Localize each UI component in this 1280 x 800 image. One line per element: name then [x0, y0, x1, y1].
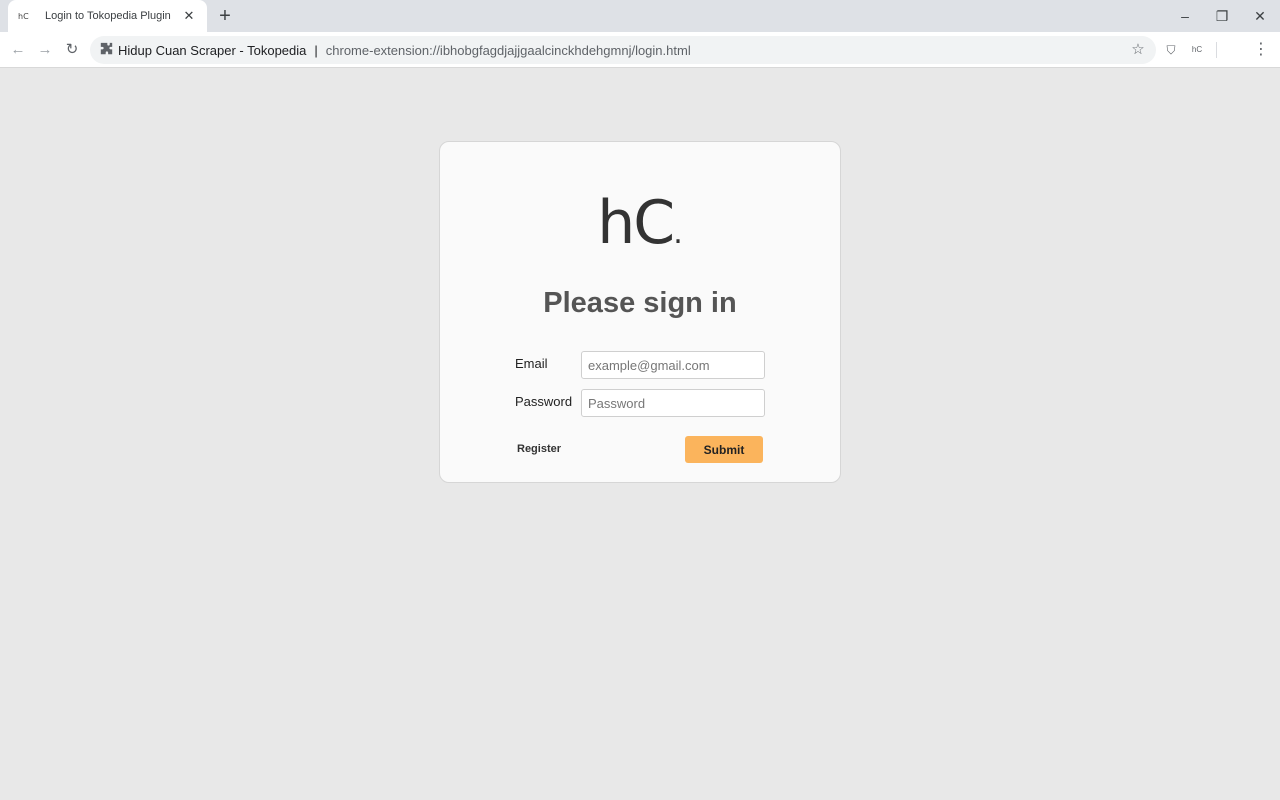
logo-dot: . [673, 216, 683, 251]
tab-favicon: hC [18, 11, 29, 21]
url-text: chrome-extension://ibhobgfagdjajjgaalcin… [325, 42, 691, 58]
restore-button[interactable]: ❐ [1210, 4, 1234, 28]
address-bar[interactable]: Hidup Cuan Scraper - Tokopedia | chrome-… [90, 36, 1156, 64]
login-card: hC. Please sign in Email Password Regist… [439, 141, 841, 483]
password-label: Password [515, 394, 573, 409]
browser-toolbar: ← → ↻ Hidup Cuan Scraper - Tokopedia | c… [0, 32, 1280, 68]
logo-text: hC [597, 188, 675, 258]
tab-close-icon[interactable]: ✕ [181, 8, 197, 24]
shield-icon[interactable]: ⛉ [1161, 40, 1181, 60]
logo: hC. [440, 188, 840, 269]
tab-login[interactable]: hC Login to Tokopedia Plugin ✕ [8, 0, 207, 32]
toolbar-divider [1216, 42, 1217, 58]
puzzle-icon [100, 42, 116, 58]
forward-button[interactable]: → [34, 39, 56, 61]
back-button[interactable]: ← [7, 39, 29, 61]
url-separator: | [314, 42, 318, 58]
password-field[interactable] [581, 389, 765, 417]
email-field[interactable] [581, 351, 765, 379]
reload-button[interactable]: ↻ [61, 39, 83, 61]
page-title: Please sign in [543, 287, 737, 319]
bookmark-star-icon[interactable]: ☆ [1128, 40, 1148, 60]
tab-strip: hC Login to Tokopedia Plugin ✕ + – ❐ ✕ [0, 0, 1280, 32]
minimize-button[interactable]: – [1173, 4, 1197, 28]
menu-icon[interactable]: ⋮ [1251, 40, 1271, 60]
submit-button[interactable]: Submit [685, 436, 763, 463]
new-tab-button[interactable]: + [215, 6, 235, 26]
email-label: Email [515, 356, 548, 371]
extension-hc-icon[interactable]: hC [1187, 40, 1207, 60]
site-name: Hidup Cuan Scraper - Tokopedia [118, 42, 307, 58]
window-close-button[interactable]: ✕ [1248, 4, 1272, 28]
tab-title: Login to Tokopedia Plugin [45, 10, 171, 22]
register-link[interactable]: Register [517, 443, 561, 455]
